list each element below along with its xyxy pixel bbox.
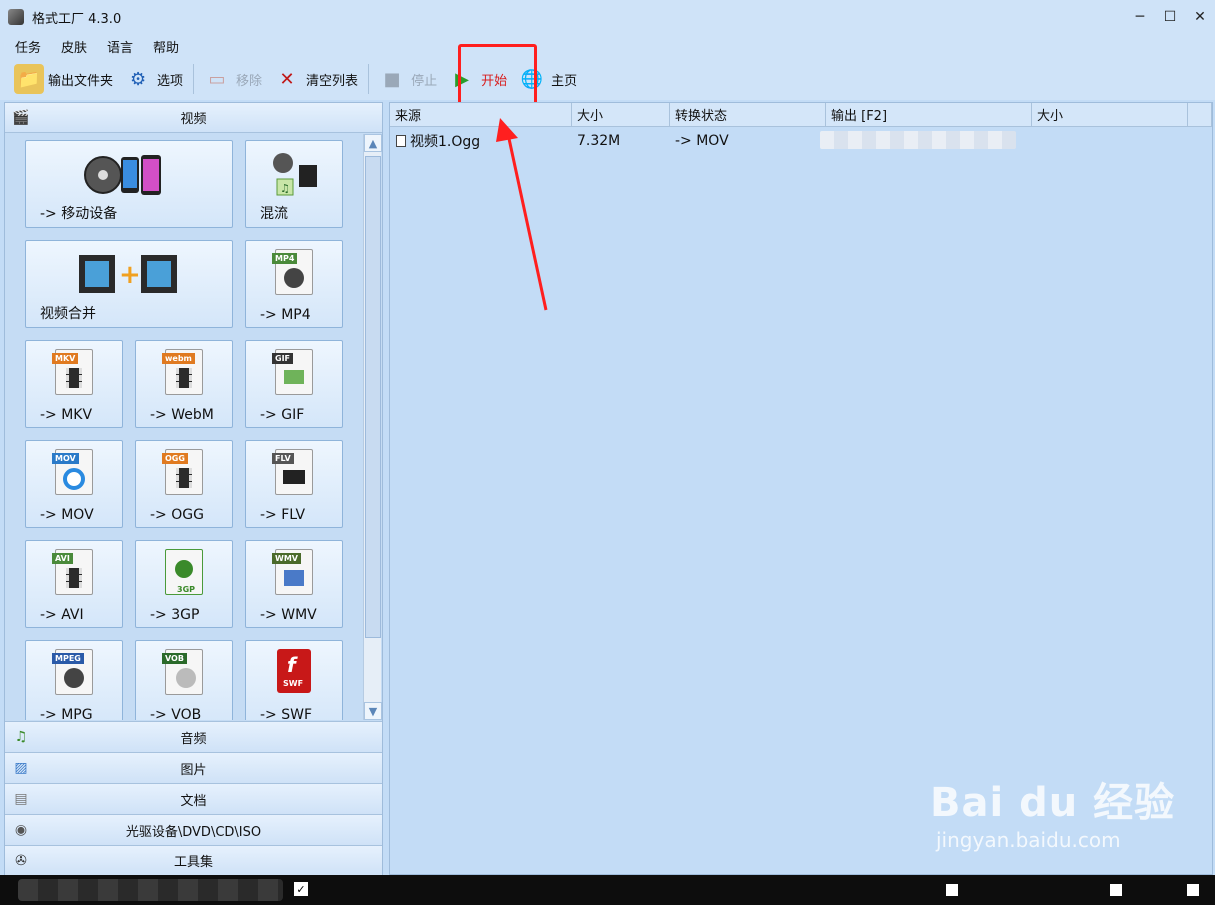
taskbar: ✓ — [0, 875, 1215, 905]
taskbar-redacted — [18, 879, 283, 901]
baidu-watermark: Bai du 经验 jingyan.baidu.com — [930, 770, 1175, 852]
taskbar-square[interactable] — [946, 884, 958, 896]
taskbar-checkbox[interactable]: ✓ — [294, 882, 308, 896]
taskbar-square[interactable] — [1110, 884, 1122, 896]
taskbar-square[interactable] — [1187, 884, 1199, 896]
watermark-sub: jingyan.baidu.com — [936, 828, 1121, 852]
watermark-main: Bai du 经验 — [930, 780, 1176, 826]
